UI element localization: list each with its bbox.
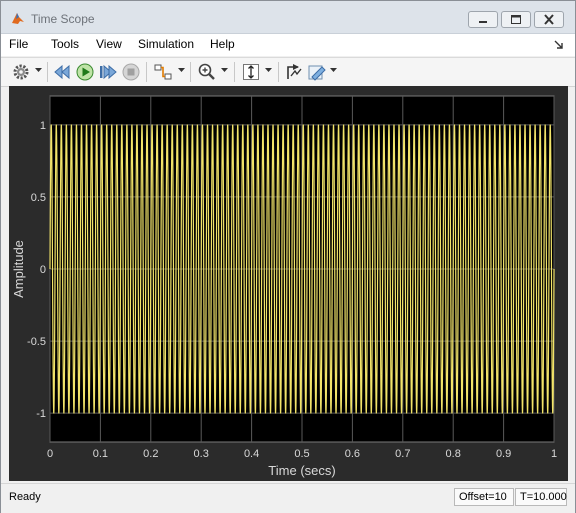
window-title: Time Scope — [31, 12, 95, 26]
x-tick-label: 0.4 — [244, 448, 259, 460]
stop-button[interactable] — [121, 62, 141, 82]
offset-readout: Offset=10 — [454, 488, 514, 506]
settings-button[interactable] — [11, 62, 31, 82]
x-tick-label: 0 — [47, 448, 53, 460]
y-tick-label: -0.5 — [27, 336, 46, 348]
undock-icon[interactable] — [553, 39, 565, 51]
minimize-button[interactable] — [468, 11, 498, 28]
minimize-icon — [479, 21, 487, 23]
maximize-button[interactable] — [501, 11, 531, 28]
autoscale-button[interactable] — [241, 62, 261, 82]
settings-dropdown-icon[interactable] — [35, 68, 42, 73]
matlab-app-icon — [12, 13, 24, 24]
autoscale-icon — [243, 64, 259, 80]
step-forward-button[interactable] — [98, 62, 118, 82]
x-axis-label: Time (secs) — [268, 463, 335, 478]
time-scope-window: Time Scope File Tools View Simulation He… — [0, 0, 576, 513]
y-tick-label: 0.5 — [31, 192, 46, 204]
step-forward-icon — [100, 64, 117, 80]
toolbar-separator — [47, 62, 48, 82]
status-bar: Ready Offset=10 T=10.000 — [1, 483, 575, 513]
close-icon — [544, 14, 554, 25]
zoom-in-icon — [198, 63, 215, 80]
run-icon — [76, 63, 94, 81]
x-tick-label: 0.2 — [143, 448, 158, 460]
title-bar: Time Scope — [1, 1, 575, 34]
restore-axes-button[interactable] — [284, 62, 304, 82]
signal-select-icon — [154, 64, 172, 80]
toolbar — [1, 57, 575, 87]
x-tick-label: 0.6 — [345, 448, 360, 460]
status-text: Ready — [9, 491, 41, 503]
y-tick-label: -1 — [36, 408, 46, 420]
x-tick-label: 0.8 — [446, 448, 461, 460]
autoscale-dropdown-icon[interactable] — [265, 68, 272, 73]
x-tick-label: 0.1 — [93, 448, 108, 460]
menu-simulation[interactable]: Simulation — [138, 37, 194, 51]
x-tick-label: 0.3 — [194, 448, 209, 460]
restore-axes-icon — [287, 64, 302, 79]
menu-view[interactable]: View — [96, 37, 122, 51]
close-button[interactable] — [534, 11, 564, 28]
x-tick-label: 0.9 — [496, 448, 511, 460]
menu-tools[interactable]: Tools — [51, 37, 79, 51]
scope-plot[interactable]: 0 0.1 0.2 0.3 0.4 0.5 0.6 0.7 0.8 0.9 1 1 0.5 0 -0.5 -1… — [9, 86, 568, 481]
toolbar-separator — [190, 62, 191, 82]
stop-icon — [122, 63, 140, 81]
style-button[interactable] — [307, 62, 327, 82]
signal-select-dropdown-icon[interactable] — [178, 68, 185, 73]
step-back-button[interactable] — [53, 62, 73, 82]
maximize-icon — [511, 15, 521, 24]
time-readout: T=10.000 — [515, 488, 567, 506]
style-icon — [308, 65, 326, 81]
toolbar-separator — [146, 62, 147, 82]
x-tick-label: 0.7 — [395, 448, 410, 460]
toolbar-separator — [234, 62, 235, 82]
zoom-in-button[interactable] — [197, 62, 217, 82]
menu-bar: File Tools View Simulation Help — [1, 34, 575, 56]
x-tick-label: 1 — [551, 448, 557, 460]
y-tick-label: 0 — [40, 264, 46, 276]
menu-help[interactable]: Help — [210, 37, 235, 51]
scope-display: 0 0.1 0.2 0.3 0.4 0.5 0.6 0.7 0.8 0.9 1 1 0.5 0 -0.5 -1… — [9, 86, 568, 481]
settings-gear-icon — [13, 64, 29, 80]
style-dropdown-icon[interactable] — [330, 68, 337, 73]
menu-file[interactable]: File — [9, 37, 28, 51]
x-tick-label: 0.5 — [294, 448, 309, 460]
signal-select-button[interactable] — [153, 62, 173, 82]
zoom-dropdown-icon[interactable] — [221, 68, 228, 73]
y-axis-label: Amplitude — [11, 240, 26, 298]
run-button[interactable] — [75, 62, 95, 82]
step-back-icon — [54, 64, 70, 80]
y-tick-label: 1 — [40, 120, 46, 132]
toolbar-separator — [278, 62, 279, 82]
